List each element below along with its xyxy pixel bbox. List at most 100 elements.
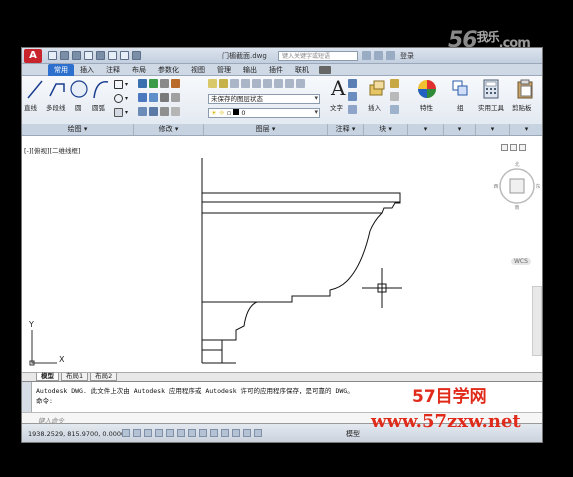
search-icon[interactable]: [362, 51, 371, 60]
draw-panel-footer[interactable]: 绘图 ▾: [22, 124, 134, 135]
edit-block-icon[interactable]: [390, 92, 399, 101]
block-panel-footer[interactable]: 块 ▾: [364, 124, 408, 135]
layer-match-icon[interactable]: [230, 79, 239, 88]
calculator-icon[interactable]: [482, 78, 500, 100]
open-icon[interactable]: [60, 51, 69, 60]
arc-icon[interactable]: [92, 78, 110, 100]
plot-icon[interactable]: [96, 51, 105, 60]
dimension-icon[interactable]: [348, 79, 357, 88]
tab-layout2[interactable]: 布局2: [90, 373, 118, 381]
layer-properties-icon[interactable]: [208, 79, 217, 88]
polyline-icon[interactable]: [48, 78, 66, 100]
copy-icon[interactable]: [138, 93, 147, 102]
tab-insert[interactable]: 插入: [74, 64, 100, 76]
lineweight-icon[interactable]: [221, 429, 229, 437]
otrack-icon[interactable]: [188, 429, 196, 437]
layer-lock-icon[interactable]: [285, 79, 294, 88]
block-attribute-icon[interactable]: [390, 105, 399, 114]
layer-off-icon[interactable]: [274, 79, 283, 88]
properties-panel-footer[interactable]: ▾: [408, 124, 444, 135]
application-menu-button[interactable]: A: [24, 49, 42, 63]
wcs-menu[interactable]: WCS: [511, 258, 531, 265]
rotate-icon[interactable]: [149, 79, 158, 88]
group-icon[interactable]: [450, 78, 470, 100]
tab-model[interactable]: 模型: [36, 373, 59, 381]
groups-panel-footer[interactable]: ▾: [444, 124, 476, 135]
tab-layout[interactable]: 布局: [126, 64, 152, 76]
current-layer-select[interactable]: ☀ ☼ ▫ 0: [208, 108, 320, 118]
grid-icon[interactable]: [133, 429, 141, 437]
explode-icon[interactable]: [171, 93, 180, 102]
model-space-button[interactable]: 模型: [346, 429, 360, 439]
annotation-panel-footer[interactable]: 注释 ▾: [328, 124, 364, 135]
circle-icon[interactable]: [70, 78, 88, 100]
layer-freeze-icon[interactable]: [263, 79, 272, 88]
transparency-icon[interactable]: [232, 429, 240, 437]
tab-online[interactable]: 联机: [289, 64, 315, 76]
properties-icon[interactable]: [416, 78, 438, 100]
search-input[interactable]: 键入关键字或短语: [278, 51, 358, 61]
3d-osnap-icon[interactable]: [177, 429, 185, 437]
group-button[interactable]: 组: [457, 102, 464, 112]
tab-home[interactable]: 常用: [48, 64, 74, 76]
ellipse-icon[interactable]: [114, 94, 123, 103]
save-as-icon[interactable]: [84, 51, 93, 60]
snap-icon[interactable]: [122, 429, 130, 437]
insert-block-icon[interactable]: [368, 79, 386, 99]
array-icon[interactable]: [160, 107, 169, 116]
drawing-area[interactable]: [-][俯视][二维线框] Y X 北 南 西 东 WCS: [22, 136, 542, 372]
fillet-icon[interactable]: [160, 93, 169, 102]
layer-isolate-icon[interactable]: [252, 79, 261, 88]
tab-annotate[interactable]: 注释: [100, 64, 126, 76]
line-icon[interactable]: [26, 78, 44, 100]
erase-icon[interactable]: [171, 79, 180, 88]
undo-icon[interactable]: [108, 51, 117, 60]
trim-icon[interactable]: [160, 79, 169, 88]
scale-icon[interactable]: [149, 107, 158, 116]
clipboard-button[interactable]: 剪贴板: [512, 102, 532, 112]
create-block-icon[interactable]: [390, 79, 399, 88]
layer-state-select[interactable]: 未保存的图层状态: [208, 94, 320, 104]
tab-view[interactable]: 视图: [185, 64, 211, 76]
layer-state-icon[interactable]: [219, 79, 228, 88]
stretch-icon[interactable]: [138, 107, 147, 116]
mirror-icon[interactable]: [149, 93, 158, 102]
leader-icon[interactable]: [348, 92, 357, 101]
circle-button[interactable]: 圆: [75, 102, 82, 112]
subscription-icon[interactable]: [374, 51, 383, 60]
arc-button[interactable]: 圆弧: [92, 102, 105, 112]
tab-parametric[interactable]: 参数化: [152, 64, 185, 76]
viewcube[interactable]: 北 南 西 东: [492, 161, 542, 211]
ortho-icon[interactable]: [144, 429, 152, 437]
navigation-bar[interactable]: [532, 286, 542, 356]
tab-manage[interactable]: 管理: [211, 64, 237, 76]
tab-layout1[interactable]: 布局1: [61, 373, 89, 381]
osnap-icon[interactable]: [166, 429, 174, 437]
line-button[interactable]: 直线: [24, 102, 37, 112]
move-icon[interactable]: [138, 79, 147, 88]
ribbon-minimize-icon[interactable]: [319, 66, 331, 74]
modify-panel-footer[interactable]: 修改 ▾: [134, 124, 204, 135]
selection-cycling-icon[interactable]: [254, 429, 262, 437]
insert-button[interactable]: 插入: [368, 102, 381, 112]
utilities-button[interactable]: 实用工具: [478, 102, 504, 112]
layer-unisolate-icon[interactable]: [296, 79, 305, 88]
clipboard-panel-footer[interactable]: ▾: [510, 124, 542, 135]
save-icon[interactable]: [72, 51, 81, 60]
workspace-icon[interactable]: [132, 51, 141, 60]
offset-icon[interactable]: [171, 107, 180, 116]
layer-previous-icon[interactable]: [241, 79, 250, 88]
user-icon[interactable]: [386, 51, 395, 60]
rectangle-icon[interactable]: [114, 80, 123, 89]
clipboard-icon[interactable]: [516, 78, 534, 100]
polar-icon[interactable]: [155, 429, 163, 437]
layers-panel-footer[interactable]: 图层 ▾: [204, 124, 328, 135]
tab-output[interactable]: 输出: [237, 64, 263, 76]
quick-properties-icon[interactable]: [243, 429, 251, 437]
redo-icon[interactable]: [120, 51, 129, 60]
dyn-icon[interactable]: [210, 429, 218, 437]
table-icon[interactable]: [348, 105, 357, 114]
polyline-button[interactable]: 多段线: [46, 102, 66, 112]
text-icon[interactable]: A: [331, 76, 345, 100]
hatch-icon[interactable]: [114, 108, 123, 117]
